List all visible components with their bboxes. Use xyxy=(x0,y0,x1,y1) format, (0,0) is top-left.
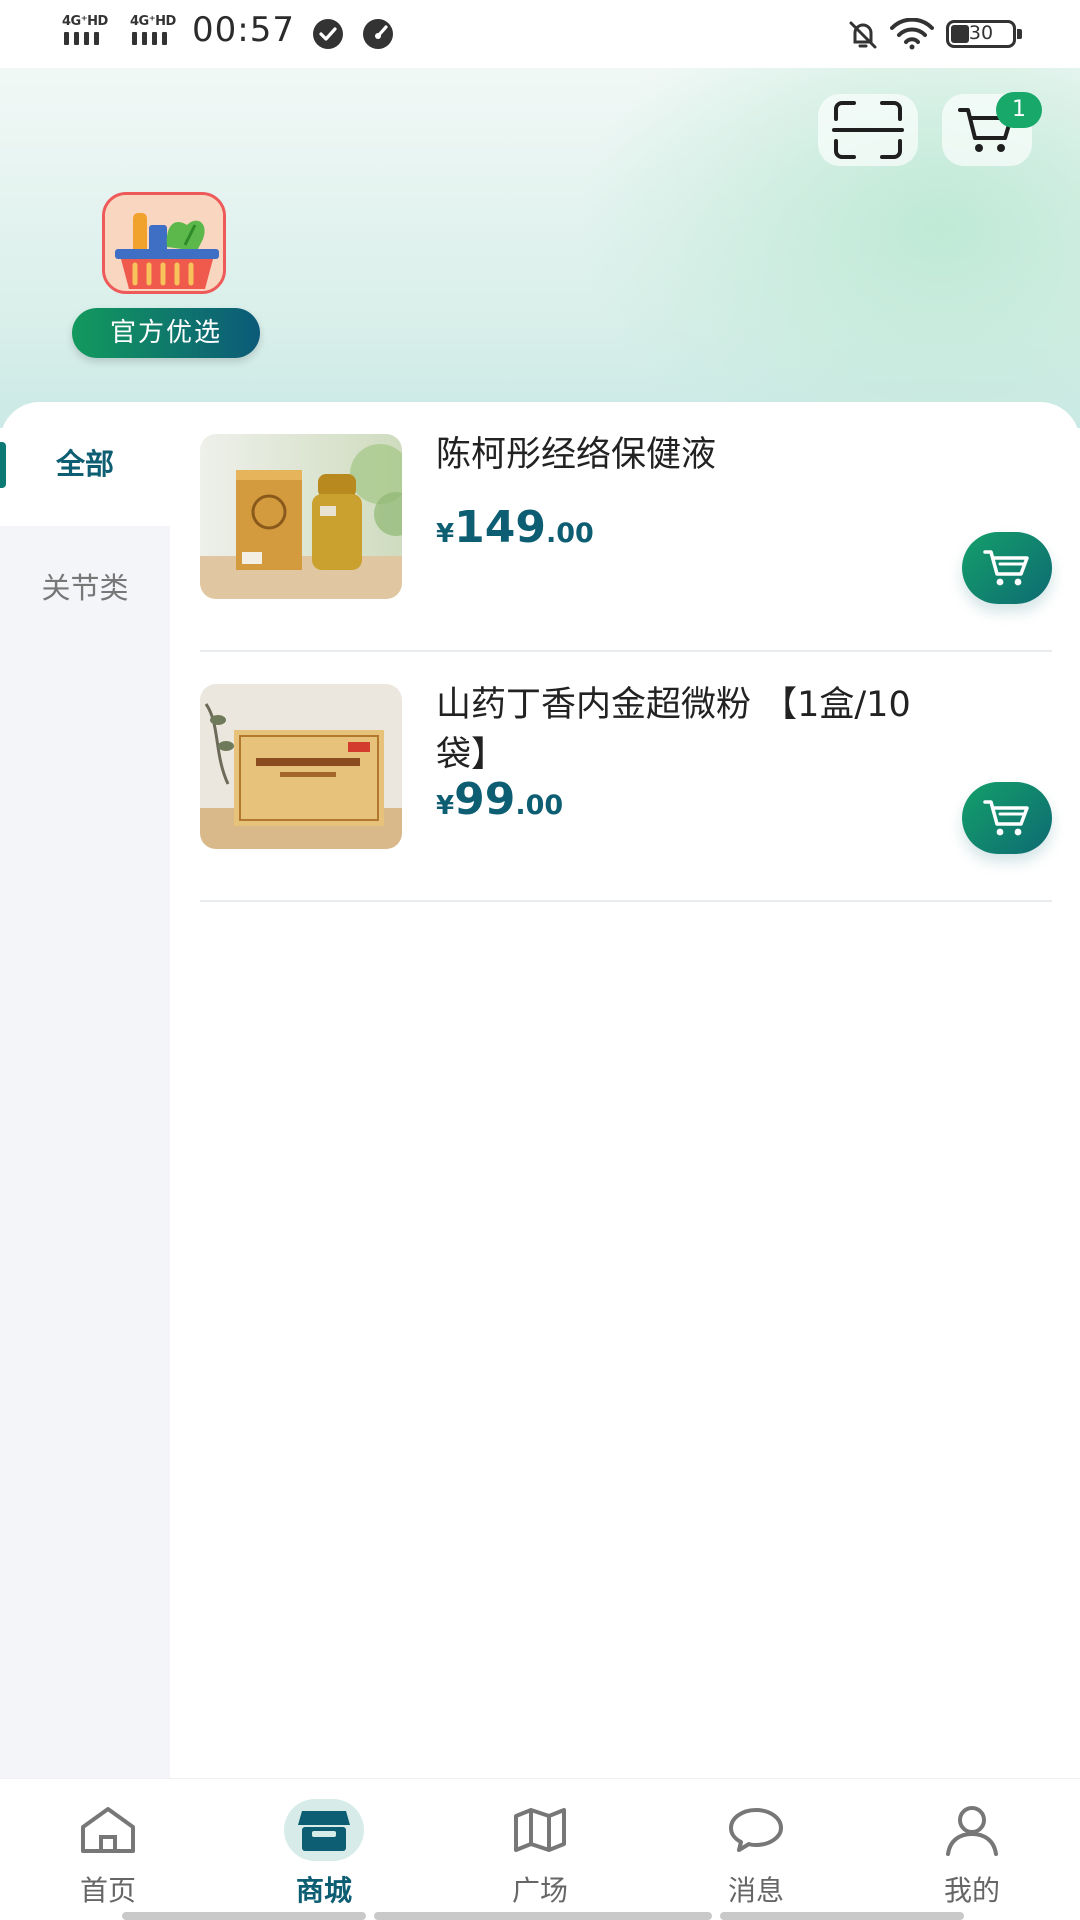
content-panel: 全部 关节类 陈柯彤经络保健液 ¥149.00 山药丁香内金超微粉 【1盒/10… xyxy=(0,402,1080,1778)
speed-gauge-icon xyxy=(363,19,393,49)
product-image[interactable] xyxy=(200,434,402,599)
category-label: 关节类 xyxy=(41,571,129,605)
tab-messages[interactable]: 消息 xyxy=(676,1779,836,1920)
map-icon xyxy=(514,1808,566,1852)
tab-plaza[interactable]: 广场 xyxy=(460,1779,620,1920)
category-item-joints[interactable]: 关节类 xyxy=(0,526,170,650)
product-image[interactable] xyxy=(200,684,402,849)
product-price: ¥99.00 xyxy=(436,774,563,825)
battery-level: 30 xyxy=(968,22,994,44)
cart-icon xyxy=(983,800,1029,836)
shop-header: 1 官方优选 xyxy=(0,68,1080,428)
active-category-indicator xyxy=(0,442,6,488)
category-sidebar: 全部 关节类 xyxy=(0,402,170,1778)
network-type-2: 4G⁺HD xyxy=(130,14,176,29)
status-time: 00:57 xyxy=(192,10,295,50)
tab-store[interactable]: 商城 xyxy=(244,1779,404,1920)
category-item-all[interactable]: 全部 xyxy=(0,402,170,526)
tab-label: 我的 xyxy=(943,1874,1000,1907)
battery-icon: 30 xyxy=(946,20,1022,48)
price-decimal: .00 xyxy=(545,518,594,549)
tab-label: 商城 xyxy=(295,1874,352,1907)
add-to-cart-button[interactable] xyxy=(962,532,1052,604)
price-integer: 149 xyxy=(454,502,546,553)
gesture-bar-segment xyxy=(122,1912,366,1920)
add-to-cart-button[interactable] xyxy=(962,782,1052,854)
wifi-icon xyxy=(890,18,934,50)
network-type-1: 4G⁺HD xyxy=(62,14,108,29)
price-integer: 99 xyxy=(454,774,516,825)
bottom-tab-bar: 首页 商城 广场 消息 我的 xyxy=(0,1778,1080,1920)
category-label: 全部 xyxy=(55,447,114,481)
check-circle-icon xyxy=(313,19,343,49)
gesture-bar-segment xyxy=(374,1912,712,1920)
scan-icon xyxy=(832,101,904,159)
product-name[interactable]: 山药丁香内金超微粉 【1盒/10袋】 xyxy=(436,680,936,780)
tab-label: 广场 xyxy=(511,1874,568,1907)
signal-icon-1: 4G⁺HD xyxy=(58,14,112,52)
product-name[interactable]: 陈柯彤经络保健液 xyxy=(436,430,936,480)
shop-name-label[interactable]: 官方优选 xyxy=(72,308,260,358)
home-icon xyxy=(81,1807,135,1853)
signal-icon-2: 4G⁺HD xyxy=(126,14,180,52)
price-currency: ¥ xyxy=(436,519,455,549)
price-decimal: .00 xyxy=(515,790,564,821)
grocery-basket-icon xyxy=(105,195,223,291)
chat-icon xyxy=(729,1808,783,1852)
scan-button[interactable] xyxy=(818,94,918,166)
tab-label: 首页 xyxy=(79,1874,136,1907)
tab-profile[interactable]: 我的 xyxy=(892,1779,1052,1920)
price-currency: ¥ xyxy=(436,791,455,821)
tab-label: 消息 xyxy=(727,1874,784,1907)
shop-logo[interactable] xyxy=(102,192,226,294)
user-icon xyxy=(946,1806,998,1856)
gesture-bar-segment xyxy=(720,1912,964,1920)
cart-icon xyxy=(983,550,1029,586)
product-item[interactable]: 山药丁香内金超微粉 【1盒/10袋】 ¥99.00 xyxy=(200,652,1052,902)
product-item[interactable]: 陈柯彤经络保健液 ¥149.00 xyxy=(200,402,1052,652)
status-bar: 4G⁺HD 4G⁺HD 00:57 30 xyxy=(0,0,1080,68)
tab-home[interactable]: 首页 xyxy=(28,1779,188,1920)
product-price: ¥149.00 xyxy=(436,502,594,553)
bell-muted-icon xyxy=(849,21,877,49)
cart-count-badge: 1 xyxy=(996,92,1042,128)
store-icon xyxy=(298,1811,350,1851)
